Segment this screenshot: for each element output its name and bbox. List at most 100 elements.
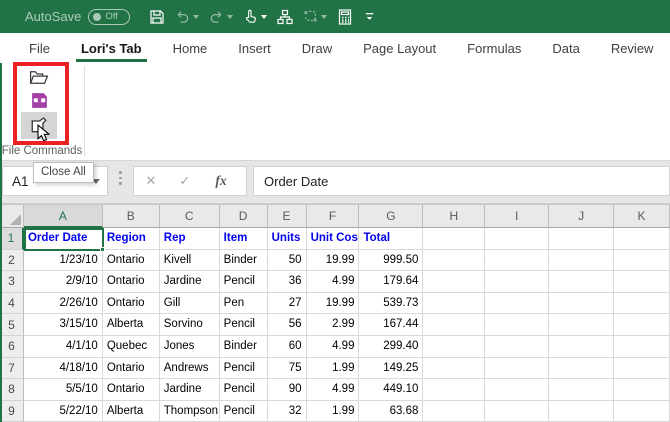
tab-insert[interactable]: Insert	[229, 33, 280, 63]
cell-J7[interactable]	[549, 358, 614, 380]
cell-B9[interactable]: Alberta	[103, 401, 160, 422]
autosave-toggle[interactable]: AutoSave Off	[25, 9, 130, 25]
redo-button[interactable]	[204, 4, 238, 30]
save-button[interactable]	[144, 4, 170, 30]
cell-C2[interactable]: Kivell	[160, 250, 220, 272]
cell-C5[interactable]: Sorvino	[160, 314, 220, 336]
row-header-2[interactable]: 2	[0, 250, 24, 272]
cell-A5[interactable]: 3/15/10	[24, 314, 103, 336]
cell-K4[interactable]	[614, 293, 670, 315]
cell-H8[interactable]	[423, 379, 485, 401]
cell-J5[interactable]	[549, 314, 614, 336]
cell-C4[interactable]: Gill	[160, 293, 220, 315]
row-header-1[interactable]: 1	[0, 228, 24, 250]
cell-K1[interactable]	[614, 228, 670, 250]
cell-G3[interactable]: 179.64	[359, 271, 423, 293]
cell-E8[interactable]: 90	[268, 379, 307, 401]
cell-A8[interactable]: 5/5/10	[24, 379, 103, 401]
hierarchy-button[interactable]	[272, 4, 298, 30]
cancel-button[interactable]: ✕	[134, 173, 168, 189]
tab-formulas[interactable]: Formulas	[458, 33, 530, 63]
cell-K6[interactable]	[614, 336, 670, 358]
cell-I8[interactable]	[485, 379, 549, 401]
cell-C3[interactable]: Jardine	[160, 271, 220, 293]
cell-D1[interactable]: Item	[220, 228, 268, 250]
cell-H3[interactable]	[423, 271, 485, 293]
cell-D4[interactable]: Pen	[220, 293, 268, 315]
cell-E7[interactable]: 75	[268, 358, 307, 380]
cell-K8[interactable]	[614, 379, 670, 401]
cell-D9[interactable]: Pencil	[220, 401, 268, 422]
cell-B1[interactable]: Region	[103, 228, 160, 250]
undo-button[interactable]	[170, 4, 204, 30]
cell-H7[interactable]	[423, 358, 485, 380]
cell-J8[interactable]	[549, 379, 614, 401]
cell-F9[interactable]: 1.99	[307, 401, 360, 422]
column-header-I[interactable]: I	[485, 205, 549, 228]
cell-B3[interactable]: Ontario	[103, 271, 160, 293]
cell-C6[interactable]: Jones	[160, 336, 220, 358]
cell-H6[interactable]	[423, 336, 485, 358]
row-header-5[interactable]: 5	[0, 314, 24, 336]
column-header-H[interactable]: H	[423, 205, 485, 228]
column-header-A[interactable]: A	[24, 205, 103, 228]
cell-G4[interactable]: 539.73	[359, 293, 423, 315]
cell-K9[interactable]	[614, 401, 670, 422]
row-header-9[interactable]: 9	[0, 401, 24, 422]
cell-I7[interactable]	[485, 358, 549, 380]
cell-D3[interactable]: Pencil	[220, 271, 268, 293]
cell-C1[interactable]: Rep	[160, 228, 220, 250]
cell-E2[interactable]: 50	[268, 250, 307, 272]
column-header-C[interactable]: C	[160, 205, 220, 228]
cell-D6[interactable]: Binder	[220, 336, 268, 358]
cell-K5[interactable]	[614, 314, 670, 336]
tab-data[interactable]: Data	[543, 33, 588, 63]
cell-D8[interactable]: Pencil	[220, 379, 268, 401]
column-header-J[interactable]: J	[549, 205, 614, 228]
cell-J6[interactable]	[549, 336, 614, 358]
cell-G9[interactable]: 63.68	[359, 401, 423, 422]
cell-A3[interactable]: 2/9/10	[24, 271, 103, 293]
cell-E9[interactable]: 32	[268, 401, 307, 422]
cell-E3[interactable]: 36	[268, 271, 307, 293]
formula-bar-resize-handle[interactable]	[119, 171, 122, 185]
insert-function-button[interactable]: fx	[202, 173, 240, 189]
enter-button[interactable]: ✓	[168, 173, 202, 189]
cell-H4[interactable]	[423, 293, 485, 315]
cell-I9[interactable]	[485, 401, 549, 422]
cell-J1[interactable]	[549, 228, 614, 250]
touch-mode-dropdown-icon[interactable]	[261, 15, 267, 19]
cell-C9[interactable]: Thompson	[160, 401, 220, 422]
cell-E1[interactable]: Units	[268, 228, 307, 250]
cell-B2[interactable]: Ontario	[103, 250, 160, 272]
formula-input[interactable]: Order Date	[253, 166, 670, 196]
cell-G6[interactable]: 299.40	[359, 336, 423, 358]
cell-G1[interactable]: Total	[359, 228, 423, 250]
cell-F3[interactable]: 4.99	[307, 271, 360, 293]
cell-F1[interactable]: Unit Cost	[307, 228, 360, 250]
cell-B8[interactable]: Ontario	[103, 379, 160, 401]
cell-F2[interactable]: 19.99	[307, 250, 360, 272]
column-header-F[interactable]: F	[307, 205, 360, 228]
select-all-button[interactable]	[0, 205, 24, 228]
undo-dropdown-icon[interactable]	[193, 15, 199, 19]
cell-D5[interactable]: Pencil	[220, 314, 268, 336]
cell-I6[interactable]	[485, 336, 549, 358]
tab-draw[interactable]: Draw	[293, 33, 341, 63]
cell-E6[interactable]: 60	[268, 336, 307, 358]
tab-page-layout[interactable]: Page Layout	[354, 33, 445, 63]
cell-I4[interactable]	[485, 293, 549, 315]
cell-A4[interactable]: 2/26/10	[24, 293, 103, 315]
cell-A7[interactable]: 4/18/10	[24, 358, 103, 380]
cell-A2[interactable]: 1/23/10	[24, 250, 103, 272]
tab-lori-s-tab[interactable]: Lori's Tab	[72, 33, 151, 63]
cell-B5[interactable]: Alberta	[103, 314, 160, 336]
cell-I5[interactable]	[485, 314, 549, 336]
cell-F8[interactable]: 4.99	[307, 379, 360, 401]
cell-I1[interactable]	[485, 228, 549, 250]
cell-I3[interactable]	[485, 271, 549, 293]
column-header-G[interactable]: G	[359, 205, 423, 228]
cell-I2[interactable]	[485, 250, 549, 272]
open-file-button[interactable]	[23, 66, 55, 89]
row-header-7[interactable]: 7	[0, 358, 24, 380]
